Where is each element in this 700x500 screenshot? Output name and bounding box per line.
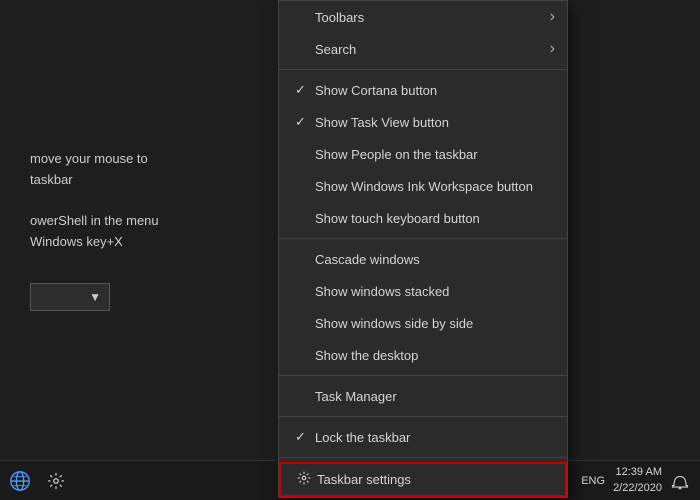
menu-item-taskview[interactable]: ✓Show Task View button xyxy=(279,106,567,138)
menu-item-people[interactable]: Show People on the taskbar xyxy=(279,138,567,170)
menu-item-label-sidebyside: Show windows side by side xyxy=(315,316,551,331)
menu-item-label-settings: Taskbar settings xyxy=(317,472,549,487)
menu-item-label-touch: Show touch keyboard button xyxy=(315,211,551,226)
menu-separator xyxy=(279,457,567,458)
menu-item-lock[interactable]: ✓Lock the taskbar xyxy=(279,421,567,453)
notification-icon[interactable] xyxy=(670,471,690,491)
left-text-line5: Windows key+X xyxy=(30,234,123,249)
gear-taskbar-icon[interactable] xyxy=(44,469,68,493)
left-panel: move your mouse to taskbar owerShell in … xyxy=(0,0,278,460)
left-text-line4: owerShell in the menu xyxy=(30,213,159,228)
left-text-line2: taskbar xyxy=(30,172,73,187)
menu-item-label-people: Show People on the taskbar xyxy=(315,147,551,162)
menu-item-stacked[interactable]: Show windows stacked xyxy=(279,275,567,307)
taskbar-time: 12:39 AM 2/22/2020 xyxy=(613,465,662,496)
date-display: 2/22/2020 xyxy=(613,481,662,496)
menu-separator xyxy=(279,416,567,417)
menu-item-label-taskview: Show Task View button xyxy=(315,115,551,130)
time-display: 12:39 AM xyxy=(613,465,662,480)
menu-item-settings[interactable]: Taskbar settings xyxy=(279,462,567,497)
menu-item-toolbars[interactable]: Toolbars xyxy=(279,1,567,33)
menu-item-touch[interactable]: Show touch keyboard button xyxy=(279,202,567,234)
dropdown-control[interactable]: ▼ xyxy=(30,283,110,311)
menu-separator xyxy=(279,375,567,376)
menu-item-label-taskmanager: Task Manager xyxy=(315,389,551,404)
left-text-line1: move your mouse to xyxy=(30,151,148,166)
menu-item-label-stacked: Show windows stacked xyxy=(315,284,551,299)
taskbar-right: ENG 12:39 AM 2/22/2020 xyxy=(581,465,700,496)
chevron-down-icon: ▼ xyxy=(89,290,101,304)
menu-item-desktop[interactable]: Show the desktop xyxy=(279,339,567,371)
menu-item-label-desktop: Show the desktop xyxy=(315,348,551,363)
menu-item-search[interactable]: Search xyxy=(279,33,567,65)
menu-item-label-ink: Show Windows Ink Workspace button xyxy=(315,179,551,194)
taskbar-lang: ENG xyxy=(581,475,605,487)
menu-item-label-cascade: Cascade windows xyxy=(315,252,551,267)
menu-item-cortana[interactable]: ✓Show Cortana button xyxy=(279,74,567,106)
globe-icon[interactable] xyxy=(8,469,32,493)
menu-item-label-search: Search xyxy=(315,42,551,57)
context-menu: Toolbars Search ✓Show Cortana button✓Show … xyxy=(278,0,568,498)
menu-item-label-cortana: Show Cortana button xyxy=(315,83,551,98)
menu-separator xyxy=(279,238,567,239)
menu-item-ink[interactable]: Show Windows Ink Workspace button xyxy=(279,170,567,202)
menu-item-taskmanager[interactable]: Task Manager xyxy=(279,380,567,412)
menu-item-label-lock: Lock the taskbar xyxy=(315,430,551,445)
menu-item-label-toolbars: Toolbars xyxy=(315,10,551,25)
taskbar-left xyxy=(0,469,68,493)
menu-item-sidebyside[interactable]: Show windows side by side xyxy=(279,307,567,339)
left-text: move your mouse to taskbar owerShell in … xyxy=(30,149,248,253)
menu-item-cascade[interactable]: Cascade windows xyxy=(279,243,567,275)
menu-separator xyxy=(279,69,567,70)
